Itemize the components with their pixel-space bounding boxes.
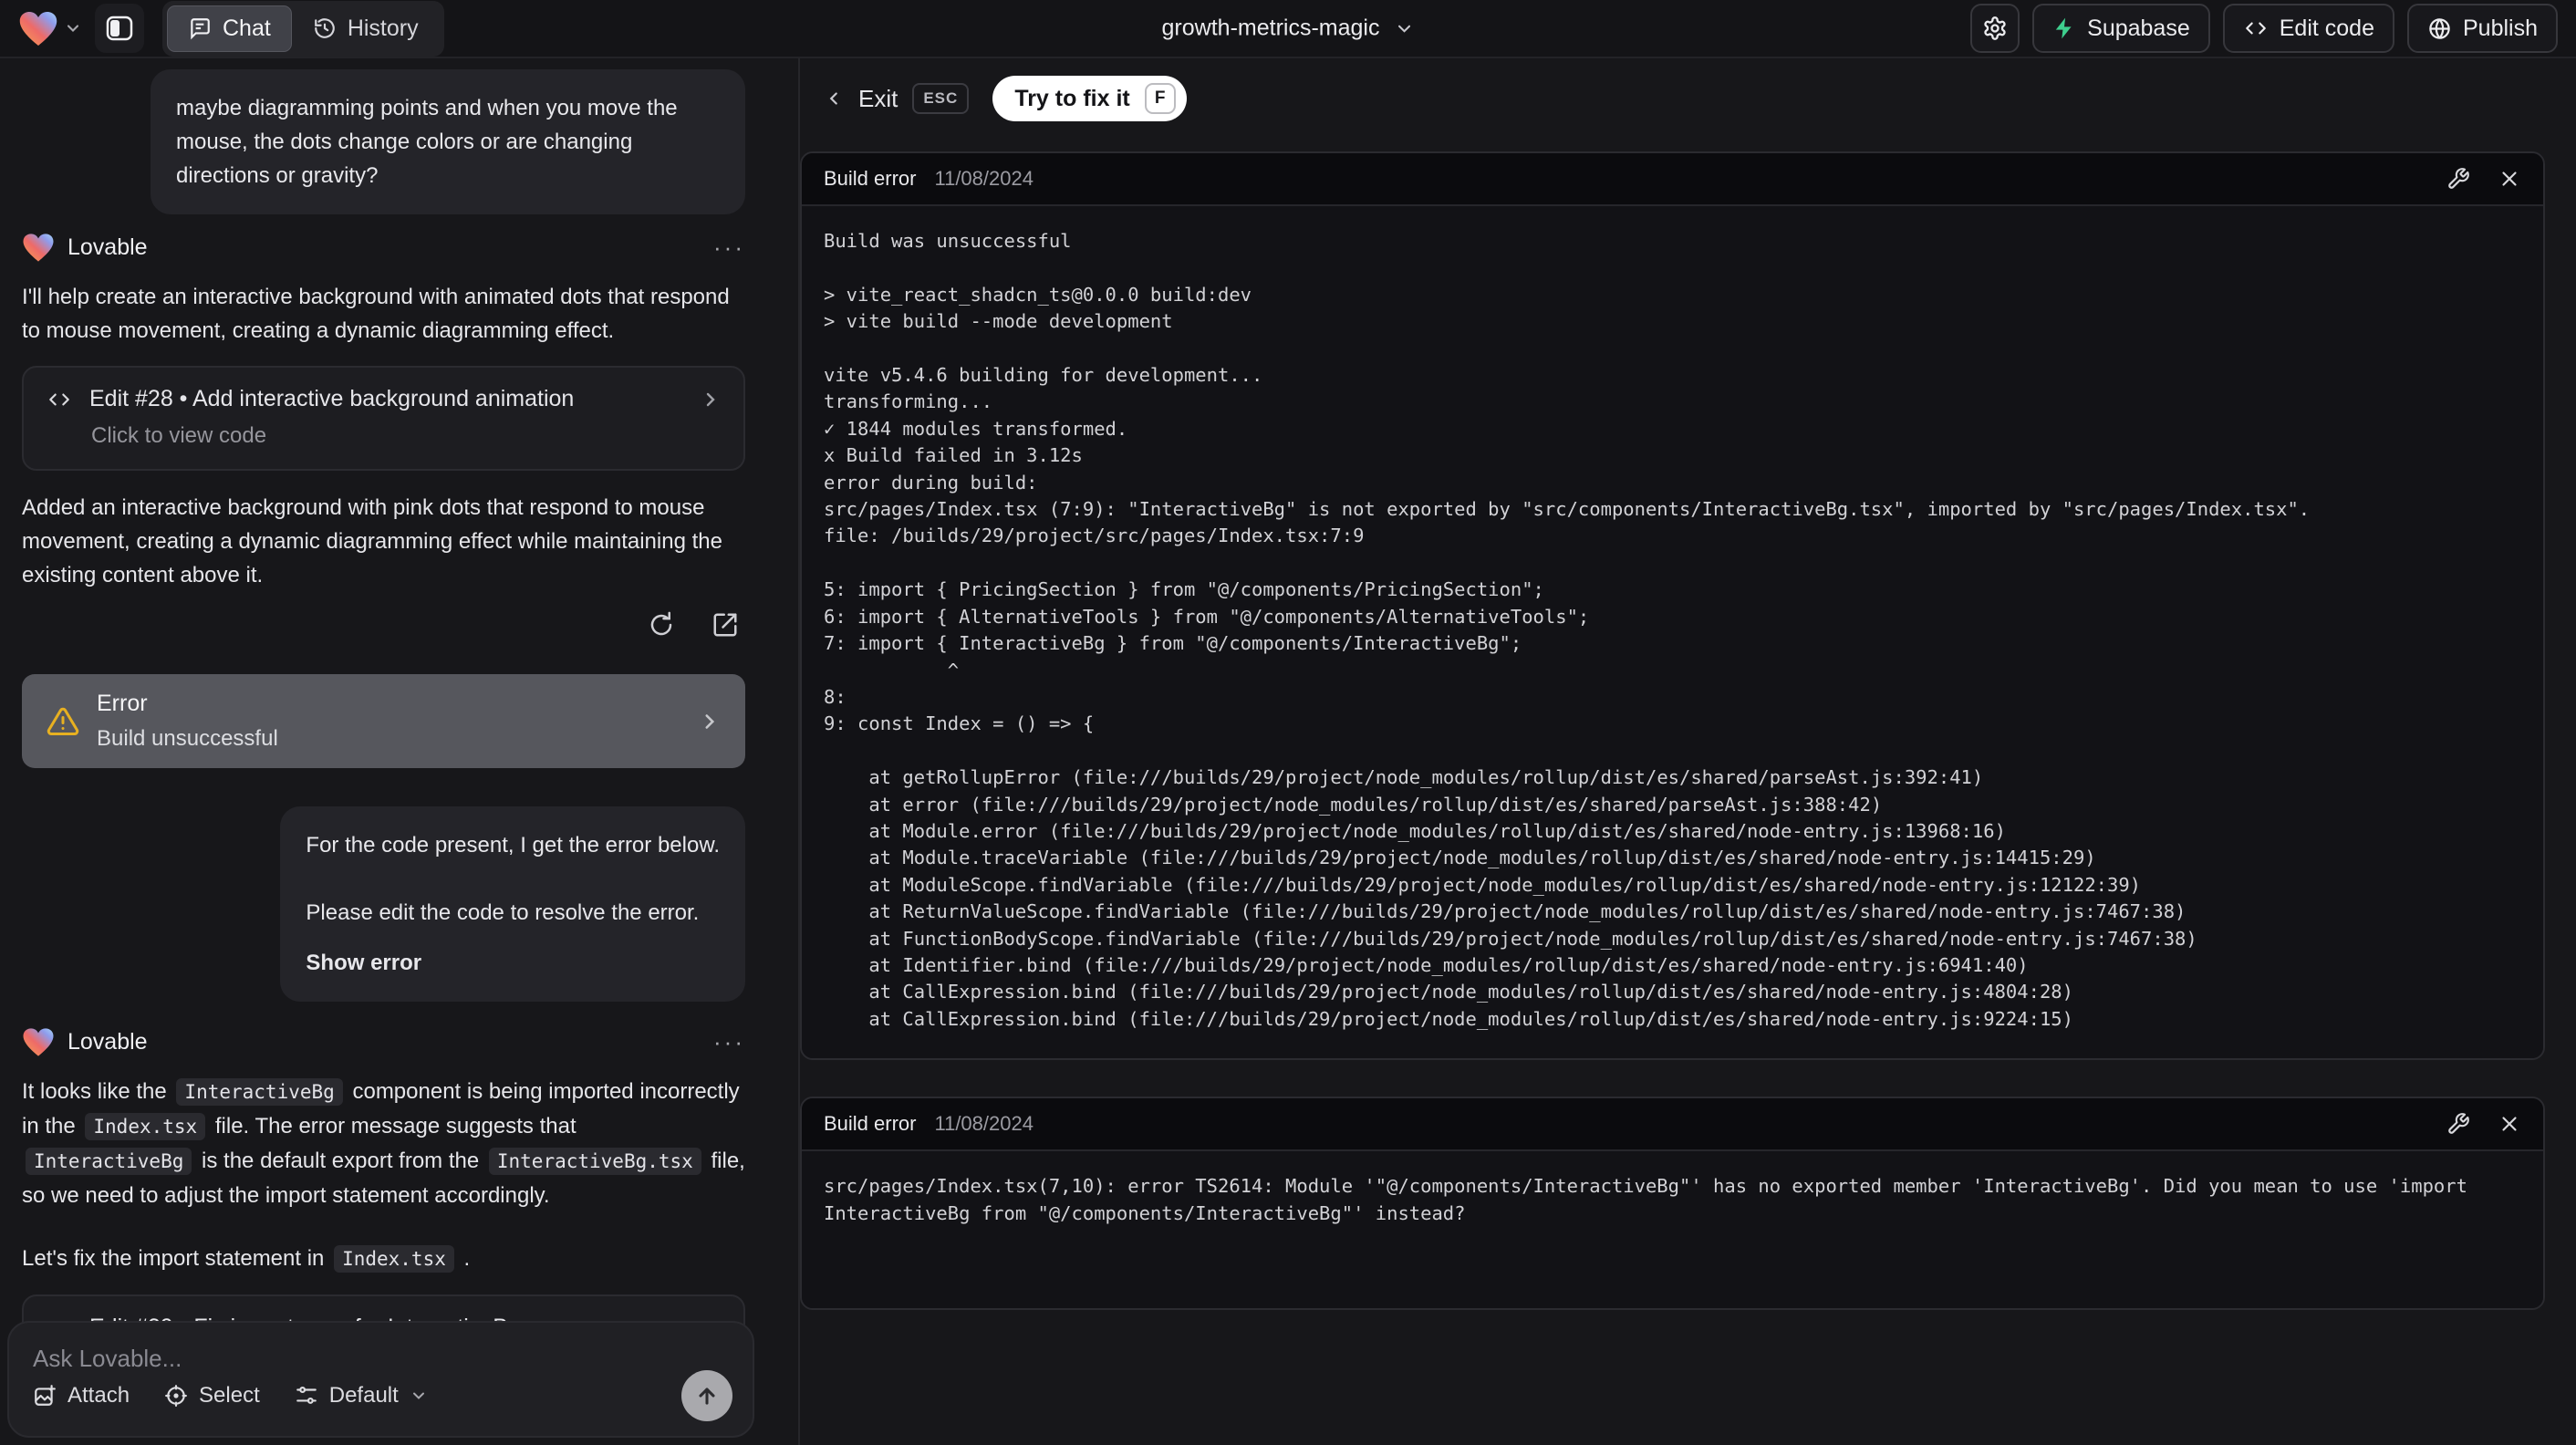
select-element-button[interactable]: Select bbox=[164, 1383, 260, 1409]
sidebar-toggle-button[interactable] bbox=[95, 4, 144, 53]
edit-card-28[interactable]: Edit #28 • Add interactive background an… bbox=[22, 366, 745, 471]
tab-chat[interactable]: Chat bbox=[167, 5, 292, 52]
exit-button[interactable]: Exit ESC bbox=[824, 83, 970, 114]
refresh-icon bbox=[648, 611, 675, 639]
chat-bubble-icon bbox=[188, 16, 212, 40]
build-error-card[interactable]: Error Build unsuccessful bbox=[22, 674, 745, 768]
chevron-down-icon bbox=[1394, 18, 1414, 38]
gear-icon bbox=[1982, 16, 2008, 41]
assistant-name: Lovable bbox=[68, 234, 148, 260]
code-brackets-icon bbox=[46, 388, 73, 411]
error-detail-panel: Exit ESC Try to fix it F Build error 11/… bbox=[800, 58, 2576, 1445]
project-name: growth-metrics-magic bbox=[1161, 15, 1380, 41]
supabase-label: Supabase bbox=[2087, 15, 2190, 41]
console-output: Build was unsuccessful > vite_react_shad… bbox=[824, 230, 2311, 1030]
globe-icon bbox=[2427, 16, 2452, 41]
sidebar-panel-icon bbox=[105, 14, 134, 43]
tab-chat-label: Chat bbox=[223, 15, 271, 41]
chevron-down-icon bbox=[64, 19, 82, 37]
chat-input-container[interactable]: Ask Lovable... Attach Select Default bbox=[7, 1321, 754, 1438]
chevron-down-icon bbox=[410, 1387, 428, 1405]
f-key-badge: F bbox=[1144, 83, 1176, 114]
settings-button[interactable] bbox=[1970, 4, 2020, 53]
assistant-message: It looks like the InteractiveBg componen… bbox=[22, 1078, 745, 1208]
assistant-header: Lovable ··· bbox=[22, 227, 745, 267]
edit-card-title: Edit #28 • Add interactive background an… bbox=[89, 386, 575, 411]
chevron-right-icon bbox=[698, 710, 722, 733]
panel-title: Build error bbox=[824, 167, 917, 190]
close-icon[interactable] bbox=[2498, 1112, 2521, 1136]
try-to-fix-label: Try to fix it bbox=[1014, 85, 1130, 111]
publish-label: Publish bbox=[2463, 15, 2538, 41]
panel-title: Build error bbox=[824, 1112, 917, 1136]
lovable-heart-icon bbox=[22, 233, 55, 263]
assistant-message: Let's fix the import statement in Index.… bbox=[22, 1245, 471, 1273]
exit-label: Exit bbox=[858, 84, 898, 112]
lovable-logo-menu[interactable] bbox=[18, 10, 82, 47]
chevron-left-icon bbox=[824, 88, 844, 109]
supabase-button[interactable]: Supabase bbox=[2032, 4, 2210, 53]
sliders-icon bbox=[295, 1384, 318, 1408]
user-message-text: For the code present, I get the error be… bbox=[306, 833, 720, 858]
top-header: Chat History growth-metrics-magic Supaba… bbox=[0, 0, 2576, 58]
chat-history-segmented-control: Chat History bbox=[162, 0, 444, 57]
arrow-up-icon bbox=[694, 1383, 720, 1409]
warning-triangle-icon bbox=[46, 705, 80, 738]
chat-input[interactable]: Ask Lovable... bbox=[33, 1345, 729, 1373]
console-output: src/pages/Index.tsx(7,10): error TS2614:… bbox=[824, 1175, 2467, 1224]
mode-selector[interactable]: Default bbox=[295, 1383, 428, 1409]
edit-code-button[interactable]: Edit code bbox=[2222, 4, 2394, 53]
user-message: maybe diagramming points and when you mo… bbox=[151, 69, 745, 214]
lovable-heart-logo-icon bbox=[18, 10, 58, 47]
build-error-panel-2: Build error 11/08/2024 src/pages/Index.t… bbox=[800, 1097, 2545, 1311]
user-message-text: Please edit the code to resolve the erro… bbox=[306, 900, 700, 925]
error-card-title: Error bbox=[97, 691, 148, 716]
panel-date: 11/08/2024 bbox=[934, 167, 1034, 190]
assistant-message: Added an interactive background with pin… bbox=[22, 495, 722, 587]
external-link-icon bbox=[712, 611, 739, 639]
attach-button[interactable]: Attach bbox=[33, 1383, 130, 1409]
user-message-text: maybe diagramming points and when you mo… bbox=[176, 96, 678, 188]
assistant-name: Lovable bbox=[68, 1028, 148, 1055]
edit-card-subtitle: Click to view code bbox=[91, 423, 267, 448]
chevron-right-icon bbox=[700, 389, 722, 411]
tab-history-label: History bbox=[347, 15, 419, 41]
assistant-message: I'll help create an interactive backgrou… bbox=[22, 285, 730, 343]
error-card-subtitle: Build unsuccessful bbox=[97, 726, 278, 751]
esc-key-badge: ESC bbox=[912, 83, 970, 114]
build-error-panel-1: Build error 11/08/2024 Build was unsucce… bbox=[800, 151, 2545, 1061]
tab-history[interactable]: History bbox=[292, 5, 440, 52]
code-brackets-icon bbox=[2243, 16, 2269, 40]
fix-wrench-button[interactable] bbox=[2446, 167, 2470, 191]
chat-panel: maybe diagramming points and when you mo… bbox=[0, 58, 800, 1445]
message-menu-button[interactable]: ··· bbox=[713, 1028, 745, 1056]
supabase-bolt-icon bbox=[2052, 16, 2076, 40]
message-menu-button[interactable]: ··· bbox=[713, 234, 745, 262]
try-to-fix-button[interactable]: Try to fix it F bbox=[992, 76, 1187, 121]
send-button[interactable] bbox=[681, 1370, 732, 1421]
close-icon[interactable] bbox=[2498, 167, 2521, 191]
user-message: For the code present, I get the error be… bbox=[280, 806, 745, 1002]
panel-date: 11/08/2024 bbox=[934, 1112, 1034, 1136]
history-icon bbox=[313, 16, 337, 40]
target-icon bbox=[164, 1384, 188, 1408]
image-plus-icon bbox=[33, 1384, 57, 1408]
attach-label: Attach bbox=[68, 1383, 130, 1408]
restore-version-button[interactable] bbox=[641, 605, 681, 645]
edit-code-label: Edit code bbox=[2279, 15, 2374, 41]
project-switcher[interactable]: growth-metrics-magic bbox=[1162, 16, 1415, 42]
lovable-heart-icon bbox=[22, 1027, 55, 1057]
assistant-header: Lovable ··· bbox=[22, 1022, 745, 1062]
fix-wrench-button[interactable] bbox=[2446, 1112, 2470, 1136]
publish-button[interactable]: Publish bbox=[2407, 4, 2558, 53]
show-error-link[interactable]: Show error bbox=[306, 946, 720, 980]
mode-label: Default bbox=[328, 1383, 399, 1408]
open-preview-button[interactable] bbox=[705, 605, 745, 645]
message-actions bbox=[22, 605, 745, 645]
select-label: Select bbox=[199, 1383, 260, 1408]
